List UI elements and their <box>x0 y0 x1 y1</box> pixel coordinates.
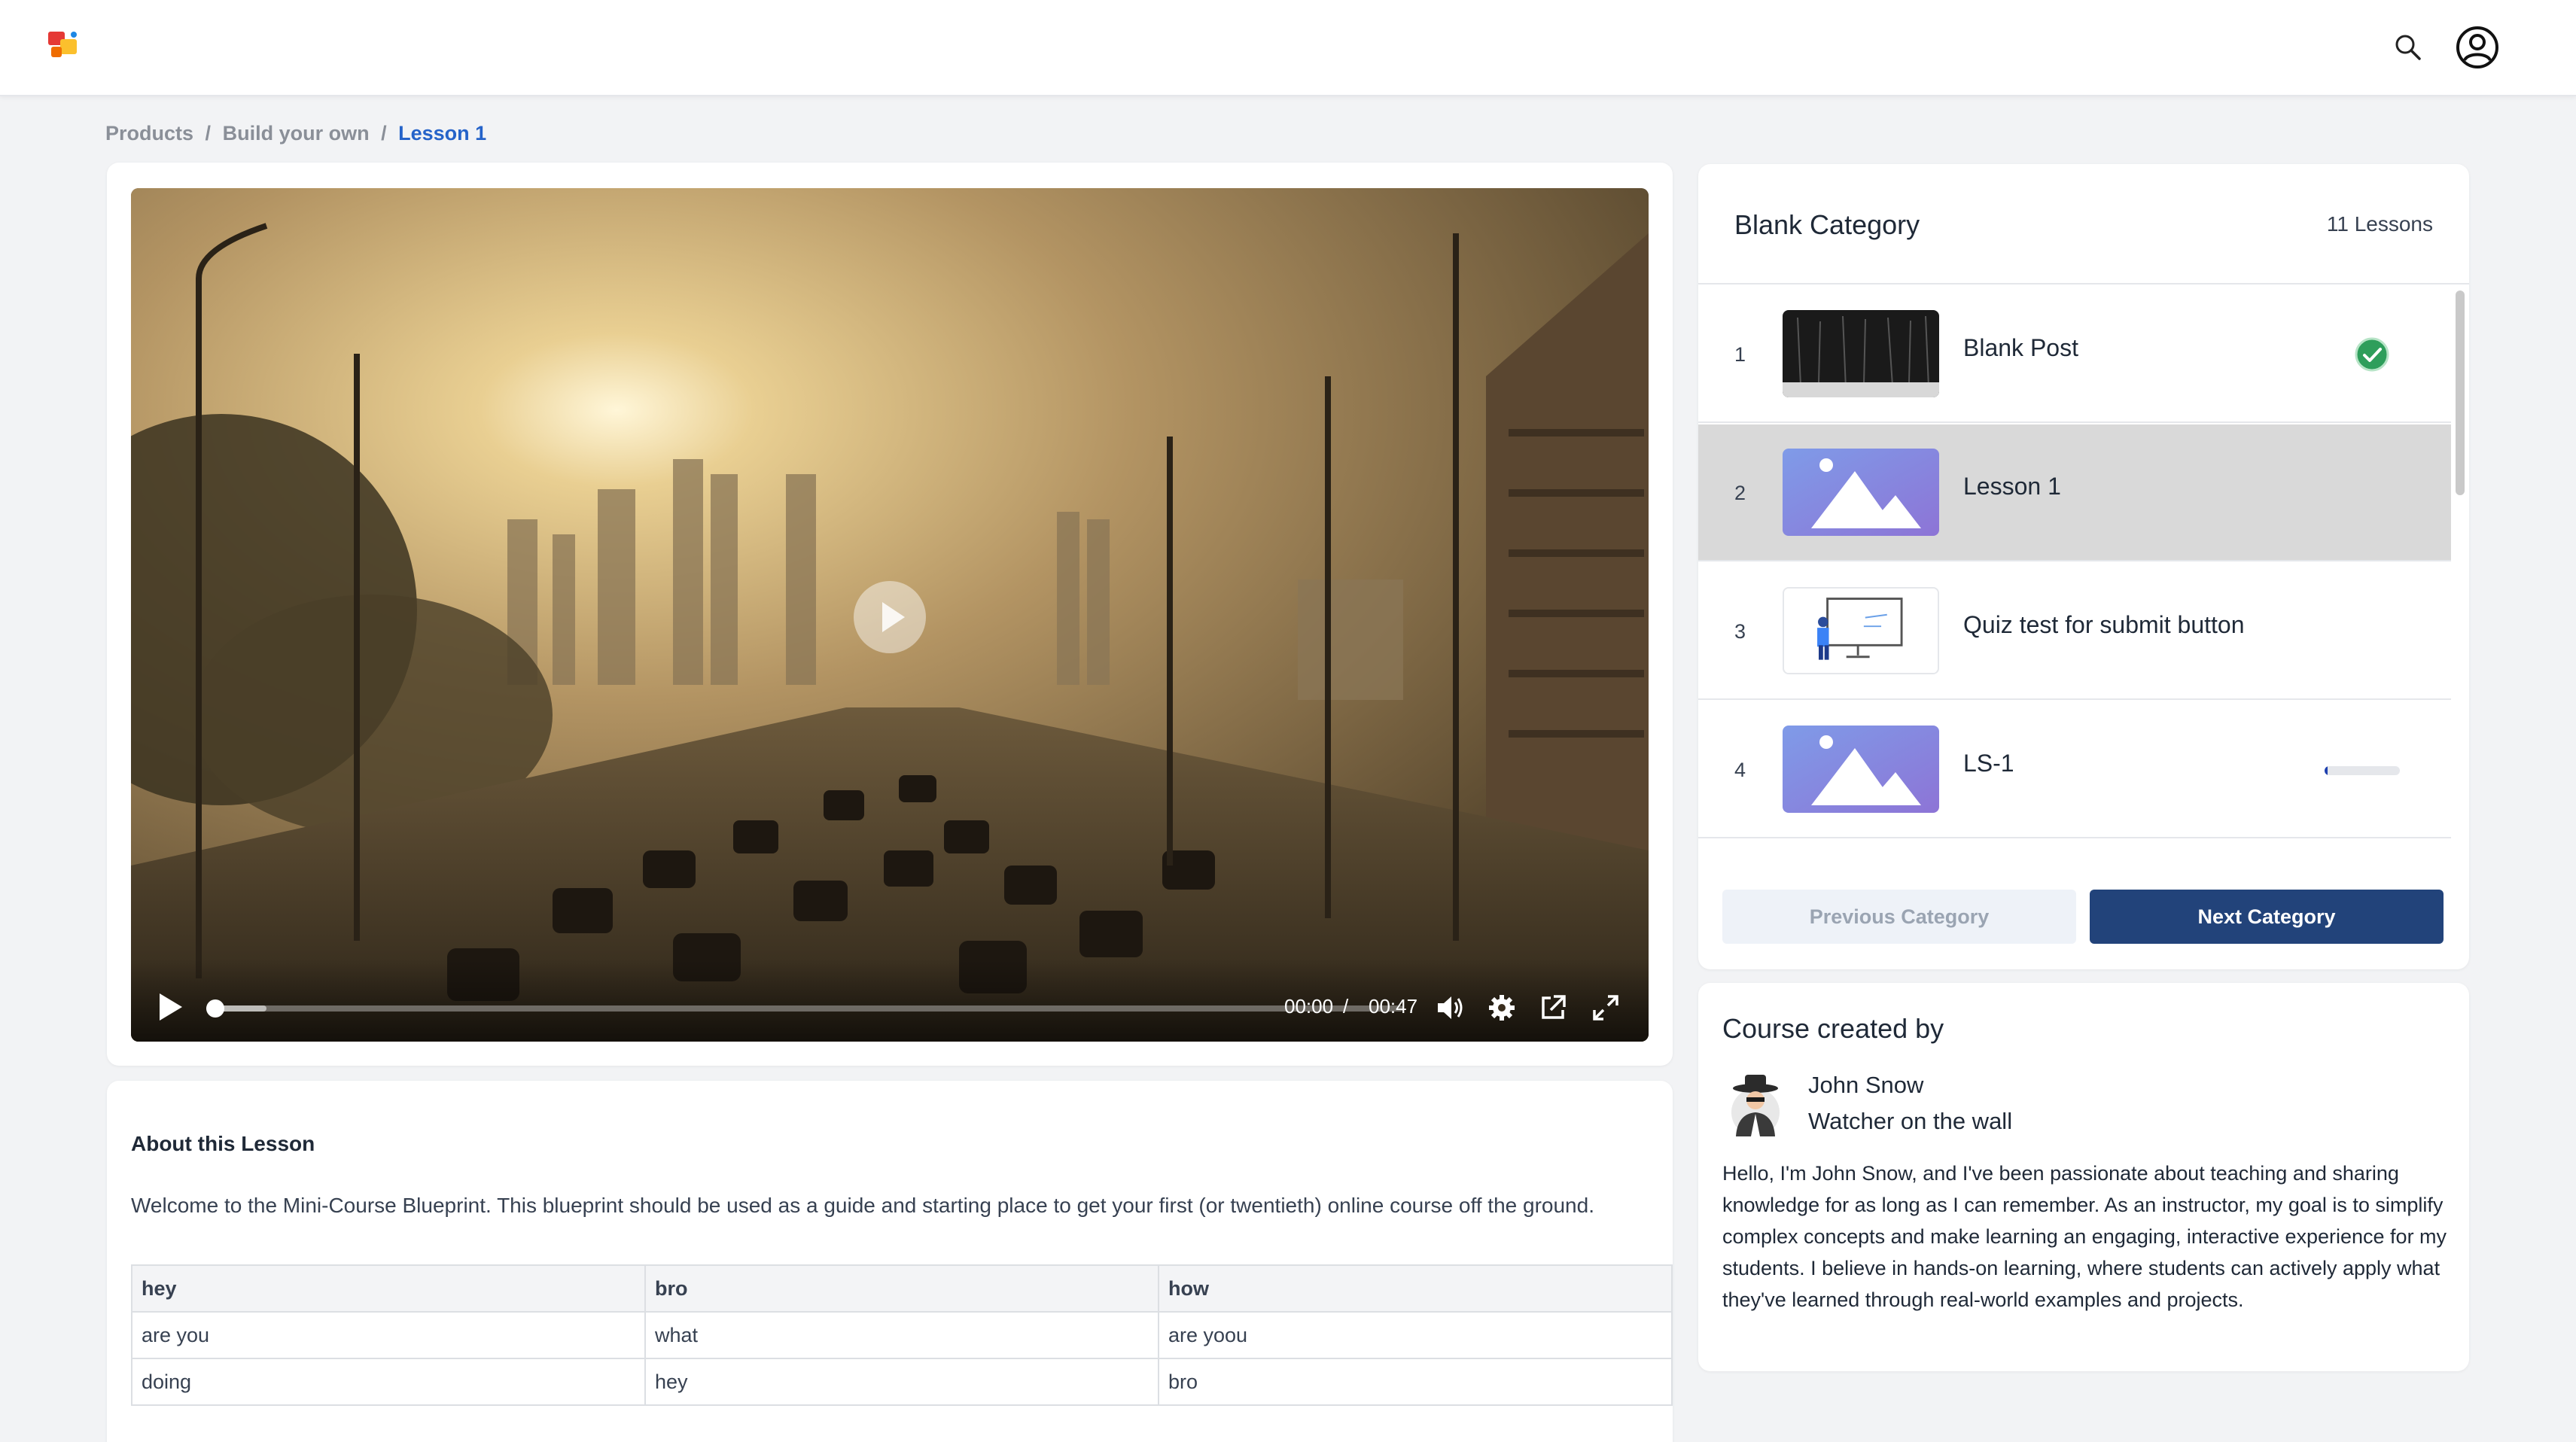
lessons-sidebar-card: Blank Category 11 Lessons 1 Blank Post 2… <box>1698 164 2469 969</box>
big-play-button[interactable] <box>854 581 926 653</box>
open-external-icon[interactable] <box>1537 992 1569 1024</box>
table-header-cell: bro <box>644 1264 1159 1313</box>
creator-name: John Snow <box>1808 1072 1924 1098</box>
lesson-list: 1 Blank Post 2 Lesson 1 3 Quiz test for … <box>1698 286 2451 861</box>
lesson-title: LS-1 <box>1963 750 2014 777</box>
breadcrumb-separator: / <box>381 122 387 145</box>
quiz-illustration-thumbnail <box>1783 587 1939 674</box>
lesson-item-next-partial[interactable] <box>1698 840 2451 861</box>
image-placeholder-thumbnail <box>1783 726 1939 813</box>
completed-check-icon <box>2355 337 2389 372</box>
duration-time: 00:47 <box>1369 995 1418 1018</box>
settings-gear-icon[interactable] <box>1486 992 1518 1024</box>
search-icon[interactable] <box>2392 32 2424 63</box>
lesson-title: Quiz test for submit button <box>1963 611 2245 638</box>
progress-scrubber[interactable] <box>206 999 224 1018</box>
course-creator-card: Course created by John Snow Watcher on t… <box>1698 983 2469 1371</box>
lesson-number: 3 <box>1734 620 1746 643</box>
avatar <box>1728 1072 1783 1138</box>
play-icon[interactable] <box>157 992 184 1022</box>
video-controls: 00:00 / 00:47 <box>131 959 1649 1042</box>
lesson-title: Lesson 1 <box>1963 473 2061 500</box>
lesson-count: 11 Lessons <box>2326 212 2433 236</box>
scrollbar-thumb[interactable] <box>2456 291 2465 495</box>
video-player[interactable]: 00:00 / 00:47 <box>131 188 1649 1042</box>
lesson-number: 1 <box>1734 343 1746 366</box>
table-cell: doing <box>131 1358 646 1406</box>
app-logo-icon[interactable] <box>47 29 81 63</box>
about-lesson-text: Welcome to the Mini-Course Blueprint. Th… <box>131 1194 1594 1217</box>
breadcrumb-build-your-own[interactable]: Build your own <box>223 122 370 145</box>
table-cell: what <box>644 1311 1159 1359</box>
creator-role: Watcher on the wall <box>1808 1108 2013 1134</box>
lesson-progress-bar <box>2325 766 2400 775</box>
table-row: are you what are yoou <box>131 1311 1673 1359</box>
dark-video-thumbnail <box>1783 310 1939 397</box>
user-profile-icon[interactable] <box>2456 26 2499 69</box>
lesson-number: 4 <box>1734 759 1746 781</box>
about-lesson-card: About this Lesson Welcome to the Mini-Co… <box>107 1081 1673 1442</box>
creator-section-title: Course created by <box>1722 1013 1944 1044</box>
lesson-item-lesson-1[interactable]: 2 Lesson 1 <box>1698 424 2451 561</box>
category-title: Blank Category <box>1734 209 1920 240</box>
lesson-content-table: hey bro how are you what are yoou doing … <box>131 1264 1673 1406</box>
lesson-title: Blank Post <box>1963 334 2078 361</box>
previous-category-button[interactable]: Previous Category <box>1722 890 2076 944</box>
table-header-cell: how <box>1158 1264 1673 1313</box>
breadcrumb-separator: / <box>205 122 212 145</box>
video-card: 00:00 / 00:47 <box>107 163 1673 1066</box>
fullscreen-icon[interactable] <box>1590 992 1621 1024</box>
breadcrumb-current-lesson: Lesson 1 <box>398 122 487 145</box>
table-header-row: hey bro how <box>131 1264 1673 1313</box>
creator-bio: Hello, I'm John Snow, and I've been pass… <box>1722 1162 2447 1311</box>
lesson-item-quiz-test[interactable]: 3 Quiz test for submit button <box>1698 563 2451 700</box>
lesson-list-scrollbar[interactable] <box>2453 286 2468 861</box>
video-progress-bar[interactable] <box>206 999 1403 1018</box>
current-time: 00:00 <box>1284 995 1334 1018</box>
table-cell: hey <box>644 1358 1159 1406</box>
breadcrumb: Products / Build your own / Lesson 1 <box>105 122 486 145</box>
lesson-item-blank-post[interactable]: 1 Blank Post <box>1698 286 2451 423</box>
breadcrumb-products[interactable]: Products <box>105 122 193 145</box>
table-header-cell: hey <box>131 1264 646 1313</box>
image-placeholder-thumbnail <box>1783 449 1939 536</box>
lesson-item-ls-1[interactable]: 4 LS-1 <box>1698 701 2451 838</box>
table-cell: are you <box>131 1311 646 1359</box>
lessons-header: Blank Category 11 Lessons <box>1698 164 2469 284</box>
lesson-progress-fill <box>2325 766 2328 775</box>
volume-icon[interactable] <box>1433 992 1465 1024</box>
table-row: doing hey bro <box>131 1358 1673 1406</box>
time-separator: / <box>1343 995 1349 1018</box>
next-category-button[interactable]: Next Category <box>2090 890 2444 944</box>
about-lesson-title: About this Lesson <box>131 1132 315 1155</box>
table-cell: bro <box>1158 1358 1673 1406</box>
lesson-number: 2 <box>1734 482 1746 504</box>
table-cell: are yoou <box>1158 1311 1673 1359</box>
top-navigation-bar <box>0 0 2576 96</box>
